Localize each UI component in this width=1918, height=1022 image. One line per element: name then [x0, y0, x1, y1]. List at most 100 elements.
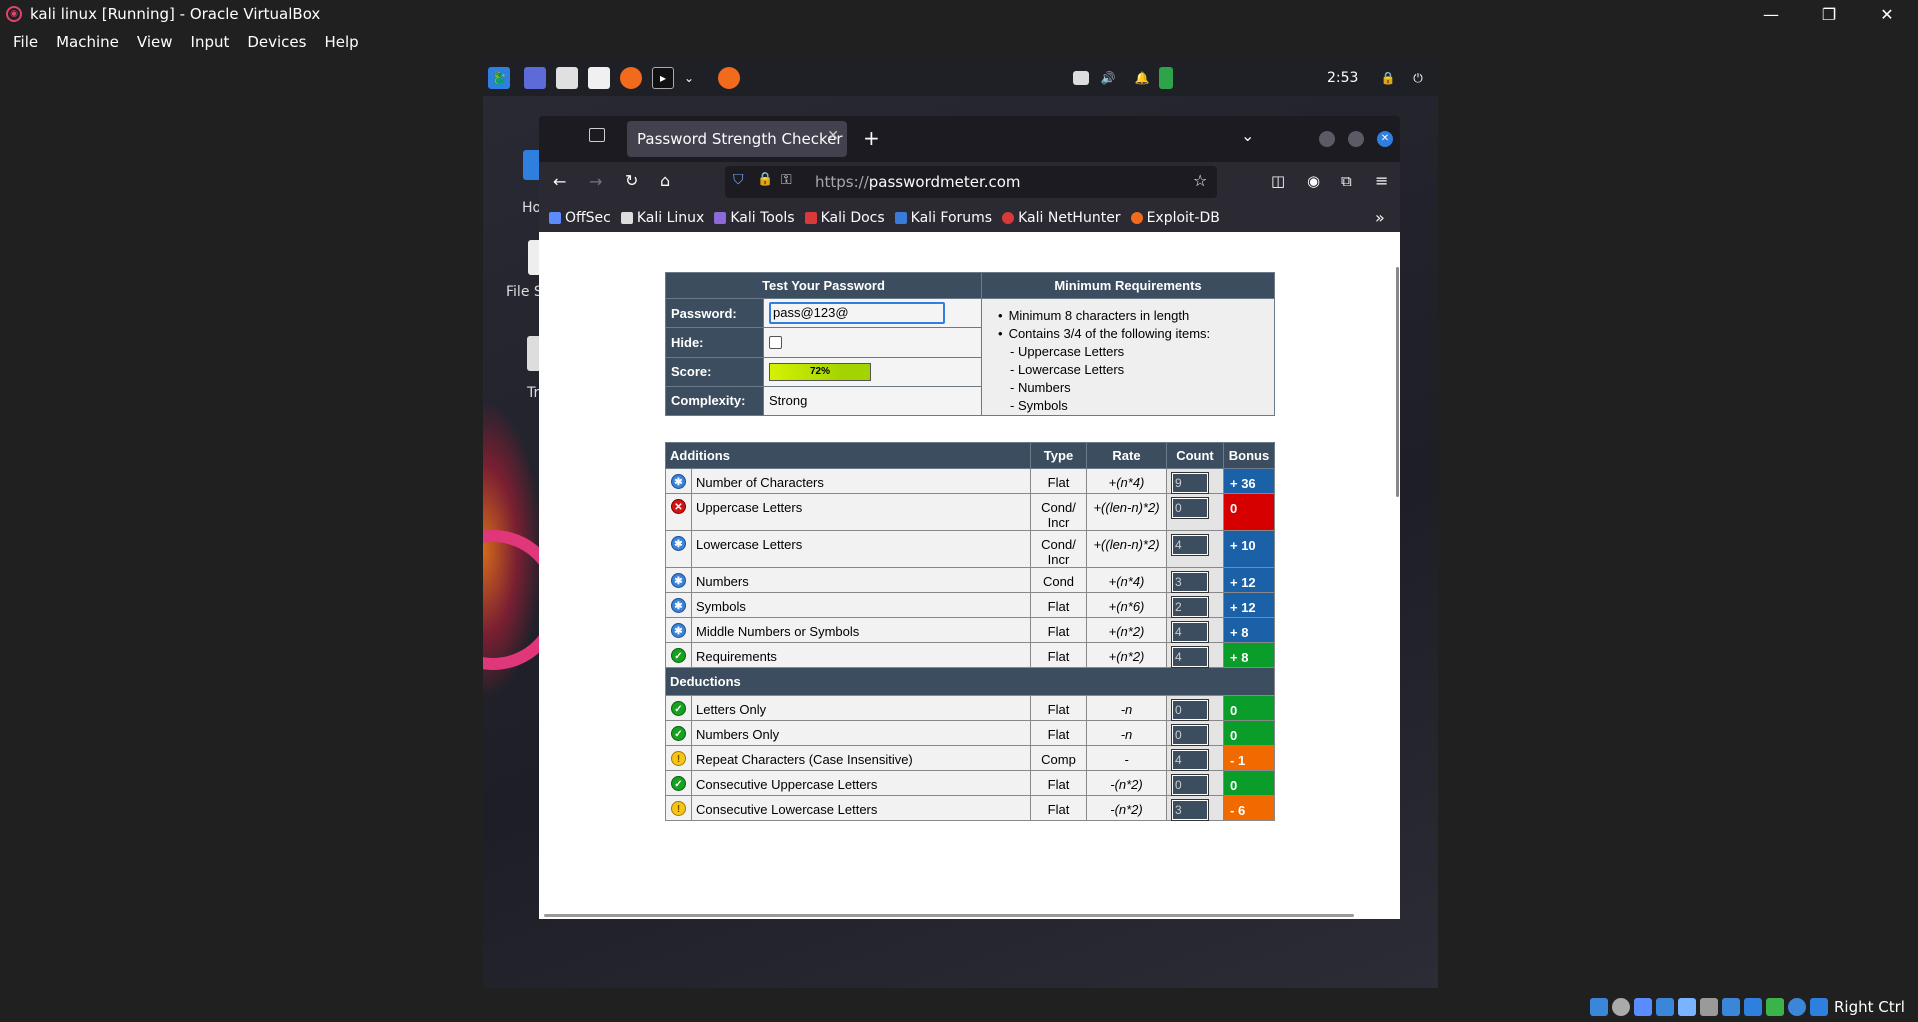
count-field[interactable]: 4	[1171, 621, 1209, 643]
recording-icon[interactable]	[1744, 998, 1762, 1016]
count-field[interactable]: 3	[1171, 571, 1209, 593]
pocket-icon[interactable]: ◫	[1271, 172, 1285, 190]
padlock-icon[interactable]: 🔒	[757, 172, 773, 187]
bookmark-exploit-db[interactable]: Exploit-DB	[1130, 210, 1220, 226]
close-icon[interactable]: ✕	[1858, 0, 1916, 28]
criteria-rate: +(n*4)	[1086, 468, 1167, 494]
hamburger-menu-icon[interactable]: ≡	[1375, 171, 1388, 190]
url-text[interactable]: https://passwordmeter.com	[815, 173, 1021, 191]
tab-overview-icon[interactable]	[589, 128, 605, 142]
criteria-name: Symbols	[691, 592, 1031, 618]
cpu-icon[interactable]	[1766, 998, 1784, 1016]
maximize-window-icon[interactable]	[1348, 131, 1364, 147]
count-field[interactable]: 4	[1171, 749, 1209, 771]
new-tab-icon[interactable]: +	[863, 126, 880, 150]
count-field[interactable]: 0	[1171, 774, 1209, 796]
menu-file[interactable]: File	[4, 33, 47, 51]
requirement-subitem: - Numbers	[1010, 380, 1071, 395]
home-icon[interactable]: ⌂	[660, 171, 670, 190]
bookmark-offsec[interactable]: OffSec	[549, 210, 611, 226]
account-icon[interactable]: ◉	[1307, 172, 1320, 190]
password-input[interactable]: pass@123@	[769, 302, 945, 325]
shield-icon[interactable]: ⛉	[733, 172, 744, 188]
vertical-scrollbar[interactable]	[1396, 267, 1399, 497]
table-row: ! Consecutive Lowercase Letters Flat -(n*2)…	[665, 795, 1275, 821]
count-field[interactable]: 0	[1171, 699, 1209, 721]
display-icon[interactable]	[1073, 71, 1089, 85]
count-field[interactable]: 4	[1171, 646, 1209, 668]
audio-icon[interactable]	[1634, 998, 1652, 1016]
score-cell: 72%	[763, 356, 982, 387]
restore-icon[interactable]: ❐	[1800, 0, 1858, 28]
bookmark-kali-nethunter[interactable]: Kali NetHunter	[1002, 210, 1121, 226]
bookmark-kali-docs[interactable]: Kali Docs	[804, 210, 885, 226]
more-bookmarks-icon[interactable]: »	[1375, 208, 1385, 227]
menu-input[interactable]: Input	[182, 33, 239, 51]
extensions-icon[interactable]: ⧉	[1341, 172, 1352, 190]
url-bar[interactable]: ⛉ 🔒 ⚿ https://passwordmeter.com ☆	[725, 166, 1217, 198]
power-icon[interactable]: ⏻	[1407, 67, 1429, 89]
bonus-value: + 12	[1223, 592, 1275, 618]
bookmark-kali-tools[interactable]: Kali Tools	[714, 210, 795, 226]
file-manager-icon[interactable]	[556, 67, 578, 89]
bookmark-star-icon[interactable]: ☆	[1193, 171, 1207, 190]
notification-bell-icon[interactable]: 🔔	[1131, 67, 1153, 89]
bookmark-kali-forums[interactable]: Kali Forums	[894, 210, 992, 226]
optical-drive-icon[interactable]	[1612, 998, 1630, 1016]
count-field[interactable]: 0	[1171, 724, 1209, 746]
status-cell: ✓	[665, 695, 692, 721]
menu-view[interactable]: View	[128, 33, 182, 51]
count-field[interactable]: 9	[1171, 472, 1209, 494]
shared-folders-icon[interactable]	[1700, 998, 1718, 1016]
minimize-window-icon[interactable]	[1319, 131, 1335, 147]
mouse-integration-icon[interactable]	[1788, 998, 1806, 1016]
lock-icon[interactable]: 🔒	[1377, 67, 1399, 89]
menu-machine[interactable]: Machine	[47, 33, 128, 51]
test-header: Test Your Password	[665, 272, 982, 299]
requirements-cell: Minimum 8 characters in length Contains …	[981, 298, 1275, 416]
show-desktop-icon[interactable]	[524, 67, 546, 89]
terminal-icon[interactable]: ▸	[652, 67, 674, 89]
keyboard-capture-icon[interactable]	[1810, 998, 1828, 1016]
reload-icon[interactable]: ↻	[625, 171, 638, 190]
display-status-icon[interactable]	[1722, 998, 1740, 1016]
tab-close-icon[interactable]: ✕	[827, 128, 839, 144]
count-field[interactable]: 0	[1171, 497, 1209, 519]
list-tabs-chevron-icon[interactable]: ⌄	[1241, 126, 1254, 145]
count-cell: 4	[1166, 745, 1224, 771]
network-icon[interactable]	[1656, 998, 1674, 1016]
menu-help[interactable]: Help	[315, 33, 367, 51]
page-content: Test Your Password Minimum Requirements …	[539, 232, 1400, 919]
criteria-name: Numbers	[691, 567, 1031, 593]
table-row: ! Repeat Characters (Case Insensitive) Com…	[665, 745, 1275, 771]
firefox-window-icon[interactable]	[718, 67, 740, 89]
battery-icon[interactable]	[1159, 67, 1173, 89]
usb-icon[interactable]	[1678, 998, 1696, 1016]
hide-checkbox[interactable]	[769, 335, 782, 349]
panel-clock[interactable]: 2:53	[1327, 60, 1358, 96]
forward-icon[interactable]: →	[589, 172, 602, 191]
kali-menu-icon[interactable]: 🐉	[488, 67, 510, 89]
back-icon[interactable]: ←	[553, 172, 566, 191]
status-cell: ✓	[665, 720, 692, 746]
minimize-icon[interactable]: —	[1742, 0, 1800, 28]
text-editor-icon[interactable]	[588, 67, 610, 89]
hdd-icon[interactable]	[1590, 998, 1608, 1016]
volume-icon[interactable]: 🔊	[1097, 67, 1119, 89]
hide-label: Hide:	[665, 327, 764, 358]
horizontal-scrollbar[interactable]	[544, 914, 1354, 917]
table-row: ✕ Uppercase Letters Cond/ Incr +((len-n)*2)…	[665, 493, 1275, 531]
count-field[interactable]: 3	[1171, 799, 1209, 821]
tab-bar: Password Strength Checker ✕ + ⌄ ✕	[539, 116, 1400, 162]
tab-password-checker[interactable]: Password Strength Checker ✕	[627, 121, 847, 157]
bonus-header: Bonus	[1223, 442, 1275, 469]
count-field[interactable]: 2	[1171, 596, 1209, 618]
firefox-launcher-icon[interactable]	[620, 67, 642, 89]
count-field[interactable]: 4	[1171, 534, 1209, 556]
criteria-rate: +(n*6)	[1086, 592, 1167, 618]
key-icon[interactable]: ⚿	[781, 172, 792, 188]
chevron-down-icon[interactable]: ⌄	[684, 67, 694, 89]
menu-devices[interactable]: Devices	[238, 33, 315, 51]
close-window-icon[interactable]: ✕	[1377, 131, 1393, 147]
bookmark-kali-linux[interactable]: Kali Linux	[620, 210, 704, 226]
